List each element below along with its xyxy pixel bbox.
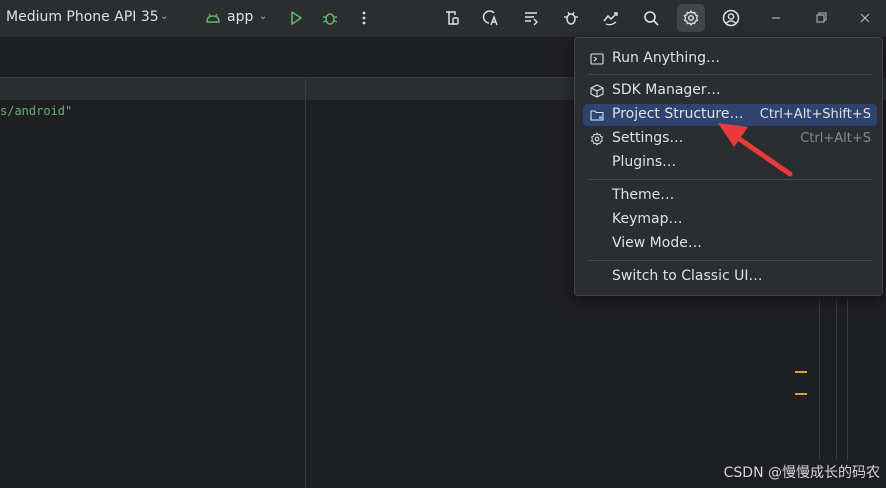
annotation-arrow-icon	[718, 123, 793, 177]
watermark-text: CSDN @慢慢成长的码农	[723, 465, 880, 481]
